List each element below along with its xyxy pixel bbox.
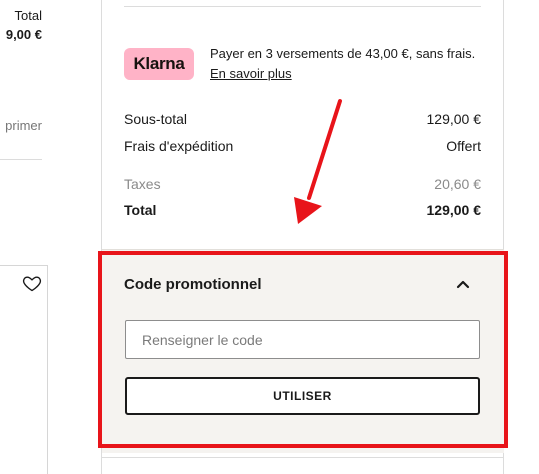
divider — [0, 159, 42, 160]
divider — [124, 6, 481, 7]
subtotal-row: Sous-total 129,00 € — [124, 111, 481, 127]
klarna-message-text: Payer en 3 versements de 43,00 €, sans f… — [210, 46, 476, 61]
product-card[interactable] — [0, 265, 48, 474]
subtotal-value: 129,00 € — [426, 111, 482, 127]
shipping-row: Frais d'expédition Offert — [124, 138, 481, 154]
klarna-message: Payer en 3 versements de 43,00 €, sans f… — [210, 44, 490, 84]
klarna-logo: Klarna — [124, 48, 194, 80]
total-row: Total 129,00 € — [124, 202, 481, 218]
cart-page: Total 9,00 € primer Klarna Payer en 3 ve… — [0, 0, 539, 474]
shipping-label: Frais d'expédition — [124, 138, 234, 154]
promo-code-input[interactable] — [125, 320, 480, 359]
learn-more-link[interactable]: En savoir plus — [210, 66, 292, 81]
promo-code-title[interactable]: Code promotionnel — [124, 276, 262, 293]
taxes-value: 20,60 € — [434, 176, 481, 192]
shipping-value: Offert — [446, 138, 481, 154]
apply-promo-button[interactable]: UTILISER — [125, 377, 480, 415]
total-label: Total — [124, 202, 157, 218]
item-total-label: Total — [14, 8, 42, 23]
divider — [102, 457, 504, 458]
subtotal-label: Sous-total — [124, 111, 188, 127]
total-value: 129,00 € — [426, 202, 482, 218]
remove-item-link[interactable]: primer — [5, 118, 42, 133]
taxes-label: Taxes — [124, 176, 161, 192]
taxes-row: Taxes 20,60 € — [124, 176, 481, 192]
heart-icon[interactable] — [22, 273, 42, 293]
item-total-value: 9,00 € — [5, 27, 42, 42]
chevron-up-icon[interactable] — [455, 277, 471, 291]
